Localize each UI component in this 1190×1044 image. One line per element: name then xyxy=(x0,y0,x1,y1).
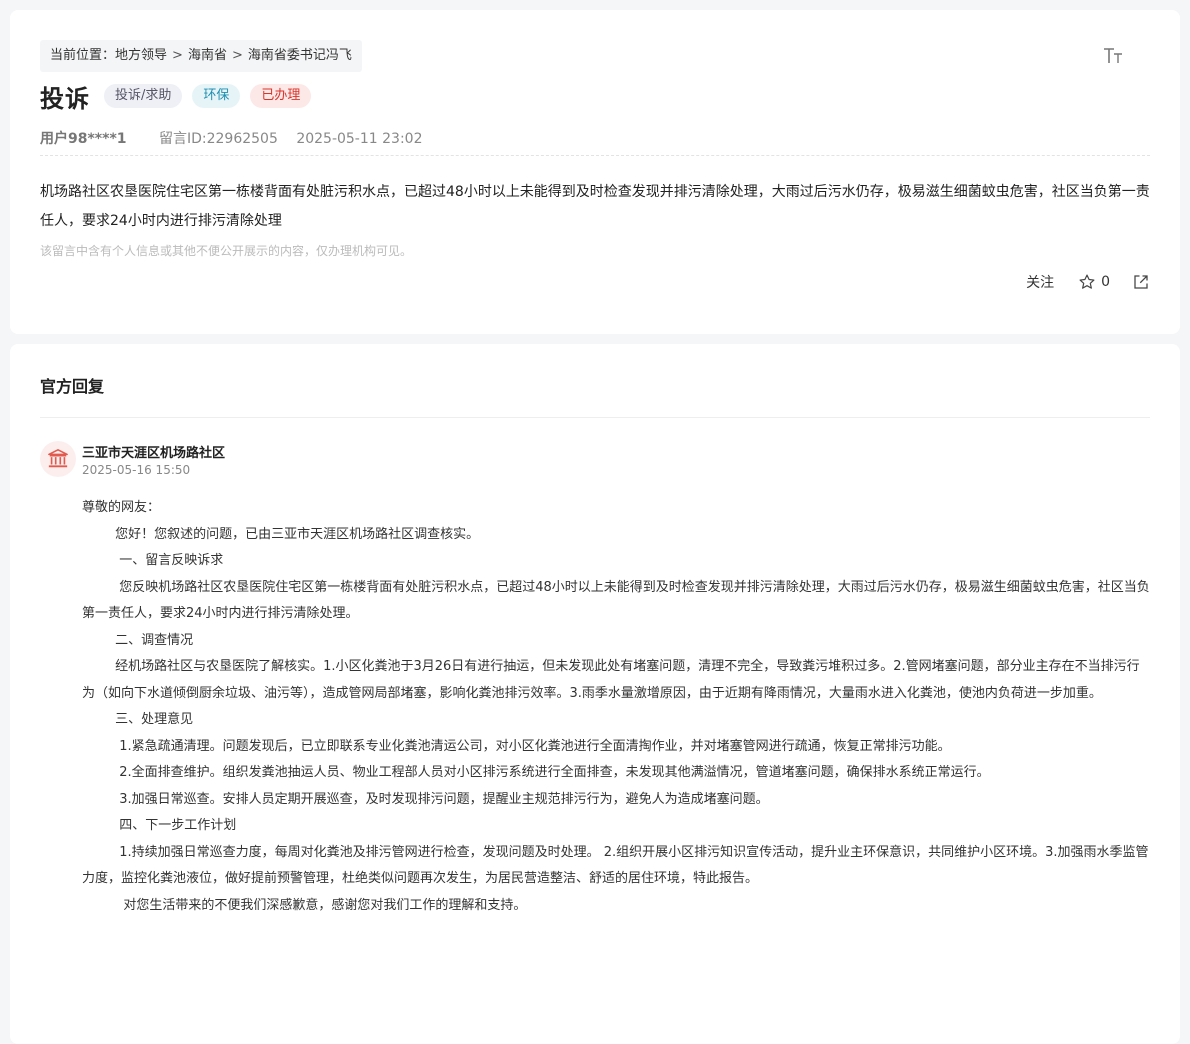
reply-paragraph: 2.全面排查维护。组织发粪池抽运人员、物业工程部人员对小区排污系统进行全面排查，… xyxy=(82,765,990,780)
share-icon xyxy=(1134,275,1148,289)
message-meta: 用户98****1 留言ID:22962505 2025-05-11 23:02 xyxy=(40,128,422,148)
message-actions: 关注 0 xyxy=(1026,272,1150,292)
favorite-button[interactable]: 0 xyxy=(1078,273,1110,291)
reply-section-title: 官方回复 xyxy=(40,377,105,396)
divider xyxy=(40,155,1150,156)
font-size-icon[interactable] xyxy=(1102,46,1126,68)
reply-paragraph: 三、处理意见 xyxy=(82,712,194,727)
favorite-count: 0 xyxy=(1101,274,1110,290)
message-title: 投诉 xyxy=(40,84,90,113)
message-card: 当前位置：地方领导 > 海南省 > 海南省委书记冯飞 投诉 投诉/求助 环保 已办理 用… xyxy=(10,10,1180,334)
title-row: 投诉 投诉/求助 环保 已办理 xyxy=(40,80,321,113)
government-building-icon xyxy=(48,449,68,468)
reply-card: 官方回复 三亚市天涯区机场路社区 2025-05-16 15:50 尊敬的网友：… xyxy=(10,344,1180,1044)
reply-paragraph: 3.加强日常巡查。安排人员定期开展巡查，及时发现排污问题，提醒业主规范排污行为，… xyxy=(82,791,769,807)
reply-paragraph: 二、调查情况 xyxy=(82,632,194,648)
reply-paragraph: 一、留言反映诉求 xyxy=(82,553,224,568)
message-content: 机场路社区农垦医院住宅区第一栋楼背面有处脏污积水点，已超过48小时以上未能得到及… xyxy=(40,184,1150,229)
breadcrumb-prefix: 当前位置： xyxy=(50,48,116,63)
topic-tag: 环保 xyxy=(192,84,241,108)
reply-paragraph: 1.紧急疏通清理。问题发现后，已立即联系专业化粪池清运公司，对小区化粪池进行全面… xyxy=(82,738,951,754)
breadcrumb-separator: > xyxy=(172,48,183,63)
reply-paragraph: 四、下一步工作计划 xyxy=(82,818,237,833)
breadcrumb: 当前位置：地方领导 > 海南省 > 海南省委书记冯飞 xyxy=(40,40,362,72)
org-avatar xyxy=(40,441,76,477)
share-button[interactable] xyxy=(1132,273,1150,291)
status-badge: 已办理 xyxy=(250,84,312,108)
privacy-notice: 该留言中含有个人信息或其他不便公开展示的内容，仅办理机构可见。 xyxy=(40,244,413,258)
reply-paragraph: 您反映机场路社区农垦医院住宅区第一栋楼背面有处脏污积水点，已超过48小时以上未能… xyxy=(82,579,1150,622)
breadcrumb-item-province[interactable]: 海南省 xyxy=(188,40,227,72)
message-id: 留言ID:22962505 xyxy=(158,131,278,147)
star-icon xyxy=(1079,274,1095,289)
breadcrumb-item-leader[interactable]: 海南省委书记冯飞 xyxy=(248,40,352,72)
type-tag: 投诉/求助 xyxy=(104,84,183,108)
reply-body: 尊敬的网友： 您好！您叙述的问题，已由三亚市天涯区机场路社区调查核实。 一、留言… xyxy=(82,495,1150,919)
reply-paragraph: 尊敬的网友： xyxy=(82,500,161,515)
follow-button[interactable]: 关注 xyxy=(1026,272,1054,292)
reply-time: 2025-05-16 15:50 xyxy=(82,463,191,477)
reply-paragraph: 经机场路社区与农垦医院了解核实。1.小区化粪池于3月26日有进行抽运，但未发现此… xyxy=(82,659,1140,701)
divider xyxy=(40,417,1150,418)
breadcrumb-item-region[interactable]: 地方领导 xyxy=(115,40,167,72)
reply-paragraph: 1.持续加强日常巡查力度，每周对化粪池及排污管网进行检查，发现问题及时处理。 2… xyxy=(82,844,1149,887)
font-size-glyph xyxy=(1104,48,1122,63)
user-name: 用户98****1 xyxy=(40,131,127,147)
message-time: 2025-05-11 23:02 xyxy=(296,131,423,147)
reply-paragraph: 对您生活带来的不便我们深感歉意，感谢您对我们工作的理解和支持。 xyxy=(82,897,527,913)
reply-paragraph: 您好！您叙述的问题，已由三亚市天涯区机场路社区调查核实。 xyxy=(82,526,480,542)
org-name: 三亚市天涯区机场路社区 xyxy=(82,446,226,461)
breadcrumb-separator: > xyxy=(231,48,243,63)
